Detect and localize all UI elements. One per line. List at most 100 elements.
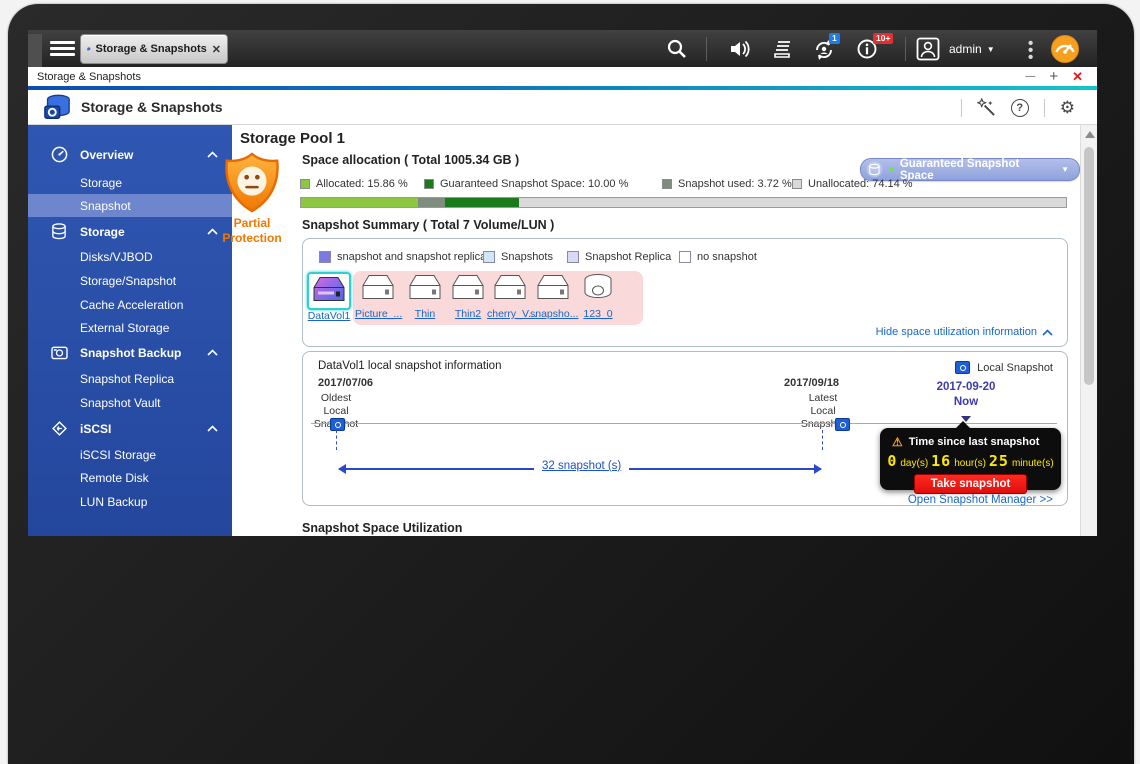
settings-gear-icon[interactable]: ⚙ [1060,98,1075,118]
app-header: Storage & Snapshots ? ⚙ [28,90,1097,125]
overview-gauge-icon [49,146,69,163]
tooltip-pointer [956,421,970,428]
oldest-snapshot-date: 2017/07/06 [318,377,373,389]
bar-unallocated [519,198,1066,207]
local-snapshot-legend: Local Snapshot [955,361,1053,374]
sidebar-section-iscsi[interactable]: iSCSI [28,417,232,440]
time-since-snapshot-tooltip: ⚠ Time since last snapshot 0day(s) 16hou… [880,428,1061,490]
scrollbar-thumb[interactable] [1084,147,1094,385]
caret-down-icon: ▼ [1061,165,1069,174]
volume-thin2[interactable]: Thin2 [445,272,491,320]
dashboard-gauge-icon[interactable] [1050,34,1080,64]
sync-badge: 1 [829,33,840,44]
tab-label: Storage & Snapshots [96,43,207,55]
sidebar-item-remote-disk[interactable]: Remote Disk [28,466,232,489]
window-titlebar: Storage & Snapshots — + ✕ [28,67,1097,86]
header-separator [1044,99,1045,117]
timeline-title: DataVol1 local snapshot information [318,360,501,372]
user-menu[interactable]: admin ▼ [949,42,995,56]
snapshot-range-arrow: 32 snapshot (s) [339,468,821,470]
status-dot [889,167,894,172]
legend-allocated: Allocated: 15.86 % [300,178,408,190]
main-content: Storage Pool 1 Partial Protection Space … [232,125,1080,536]
volume-cherry[interactable]: cherry_V... [487,272,533,320]
user-caret-icon: ▼ [987,45,995,54]
protection-status: Partial Protection [212,216,292,246]
more-options-icon[interactable]: ••• [1028,40,1033,61]
minimize-icon[interactable]: — [1025,72,1035,82]
scroll-up-arrow[interactable] [1085,131,1095,138]
snapshot-camera-icon [955,361,970,374]
now-marker-label: 2017-09-20 Now [931,380,1001,410]
open-snapshot-manager-link[interactable]: Open Snapshot Manager >> [908,490,1053,508]
wizard-wand-icon[interactable] [977,98,996,117]
snapshot-camera-icon [49,345,69,360]
sidebar-section-storage[interactable]: Storage [28,220,232,243]
legend-no-snapshot: no snapshot [679,251,757,263]
protection-shield-icon [222,152,282,214]
local-snapshot-info-box: DataVol1 local snapshot information Loca… [302,351,1068,506]
chevron-up-icon [207,151,218,158]
search-icon[interactable] [666,38,688,60]
app-tab-storage-snapshots[interactable]: Storage & Snapshots ✕ [80,34,228,64]
sidebar-item-lun-backup[interactable]: LUN Backup [28,490,232,513]
volume-drive-icon [492,272,528,303]
bar-guaranteed [445,198,519,207]
header-separator [961,99,962,117]
tab-close-icon[interactable]: ✕ [212,43,221,56]
sidebar-item-storage[interactable]: Storage [28,171,232,194]
sidebar-item-external-storage[interactable]: External Storage [28,316,232,339]
snapshot-summary-title: Snapshot Summary ( Total 7 Volume/LUN ) [302,218,554,232]
chevron-up-icon [207,349,218,356]
sidebar-section-snapshot-backup[interactable]: Snapshot Backup [28,341,232,364]
legend-snapshot-replica: Snapshot Replica [567,251,671,263]
warning-icon: ⚠ [892,435,903,449]
sidebar-item-iscsi-storage[interactable]: iSCSI Storage [28,443,232,466]
timeline-axis [311,423,1057,424]
legend-snapshots: Snapshots [483,251,553,263]
notifications-badge: 10+ [873,33,893,44]
sidebar-item-snapshot[interactable]: Snapshot [28,194,232,217]
desktop-topbar: Storage & Snapshots ✕ 1 [28,30,1097,67]
time-since-snapshot-value: 0day(s) 16hour(s) 25minute(s) [880,452,1061,470]
storage-snapshots-icon [87,41,91,57]
volume-lun-123[interactable]: 123_0 [575,272,621,320]
hide-space-utilization-link[interactable]: Hide space utilization information [876,326,1053,338]
legend-guaranteed: Guaranteed Snapshot Space: 10.00 % [424,178,628,190]
volume-snapsho[interactable]: snapsho... [530,272,576,320]
space-allocation-title: Space allocation ( Total 1005.34 GB ) [302,153,519,167]
volume-datavol1[interactable]: DataVol1 [306,272,352,322]
storage-disks-icon [49,223,69,240]
main-menu-icon[interactable] [50,38,75,59]
background-tasks-icon[interactable] [772,38,794,60]
sidebar-section-overview[interactable]: Overview [28,143,232,166]
sidebar: Overview Storage Snapshot Storage Disks/… [28,125,232,536]
volume-drive-icon [535,272,571,303]
bar-allocated [301,198,418,207]
volume-picture[interactable]: Picture_... [355,272,401,320]
legend-snapshot-used: Snapshot used: 3.72 % [662,178,792,190]
vertical-scrollbar [1080,125,1097,536]
sidebar-item-snapshot-replica[interactable]: Snapshot Replica [28,367,232,390]
help-icon[interactable]: ? [1011,99,1029,117]
latest-snapshot-date: 2017/09/18 [784,377,839,389]
snapshot-space-utilization-title: Snapshot Space Utilization [302,521,462,535]
volume-drive-icon [407,272,443,303]
snapshot-count-link[interactable]: 32 snapshot (s) [534,460,629,472]
sidebar-item-disks-vjbod[interactable]: Disks/VJBOD [28,245,232,268]
legend-unallocated: Unallocated: 74.14 % [792,178,913,190]
maximize-icon[interactable]: + [1049,69,1058,84]
volume-drive-icon [360,272,396,303]
sidebar-item-snapshot-vault[interactable]: Snapshot Vault [28,391,232,414]
tooltip-title: Time since last snapshot [909,436,1040,448]
window-close-icon[interactable]: ✕ [1072,70,1083,83]
volume-thin[interactable]: Thin [402,272,448,320]
bar-snapshot-used [418,198,445,207]
sidebar-item-storage-snapshot[interactable]: Storage/Snapshot [28,269,232,292]
sidebar-item-cache-acceleration[interactable]: Cache Acceleration [28,293,232,316]
user-avatar-icon[interactable] [916,37,940,61]
page-title: Storage & Snapshots [81,99,223,115]
volume-icon[interactable] [728,38,752,60]
iscsi-icon [49,420,69,437]
window-title: Storage & Snapshots [37,71,1025,83]
